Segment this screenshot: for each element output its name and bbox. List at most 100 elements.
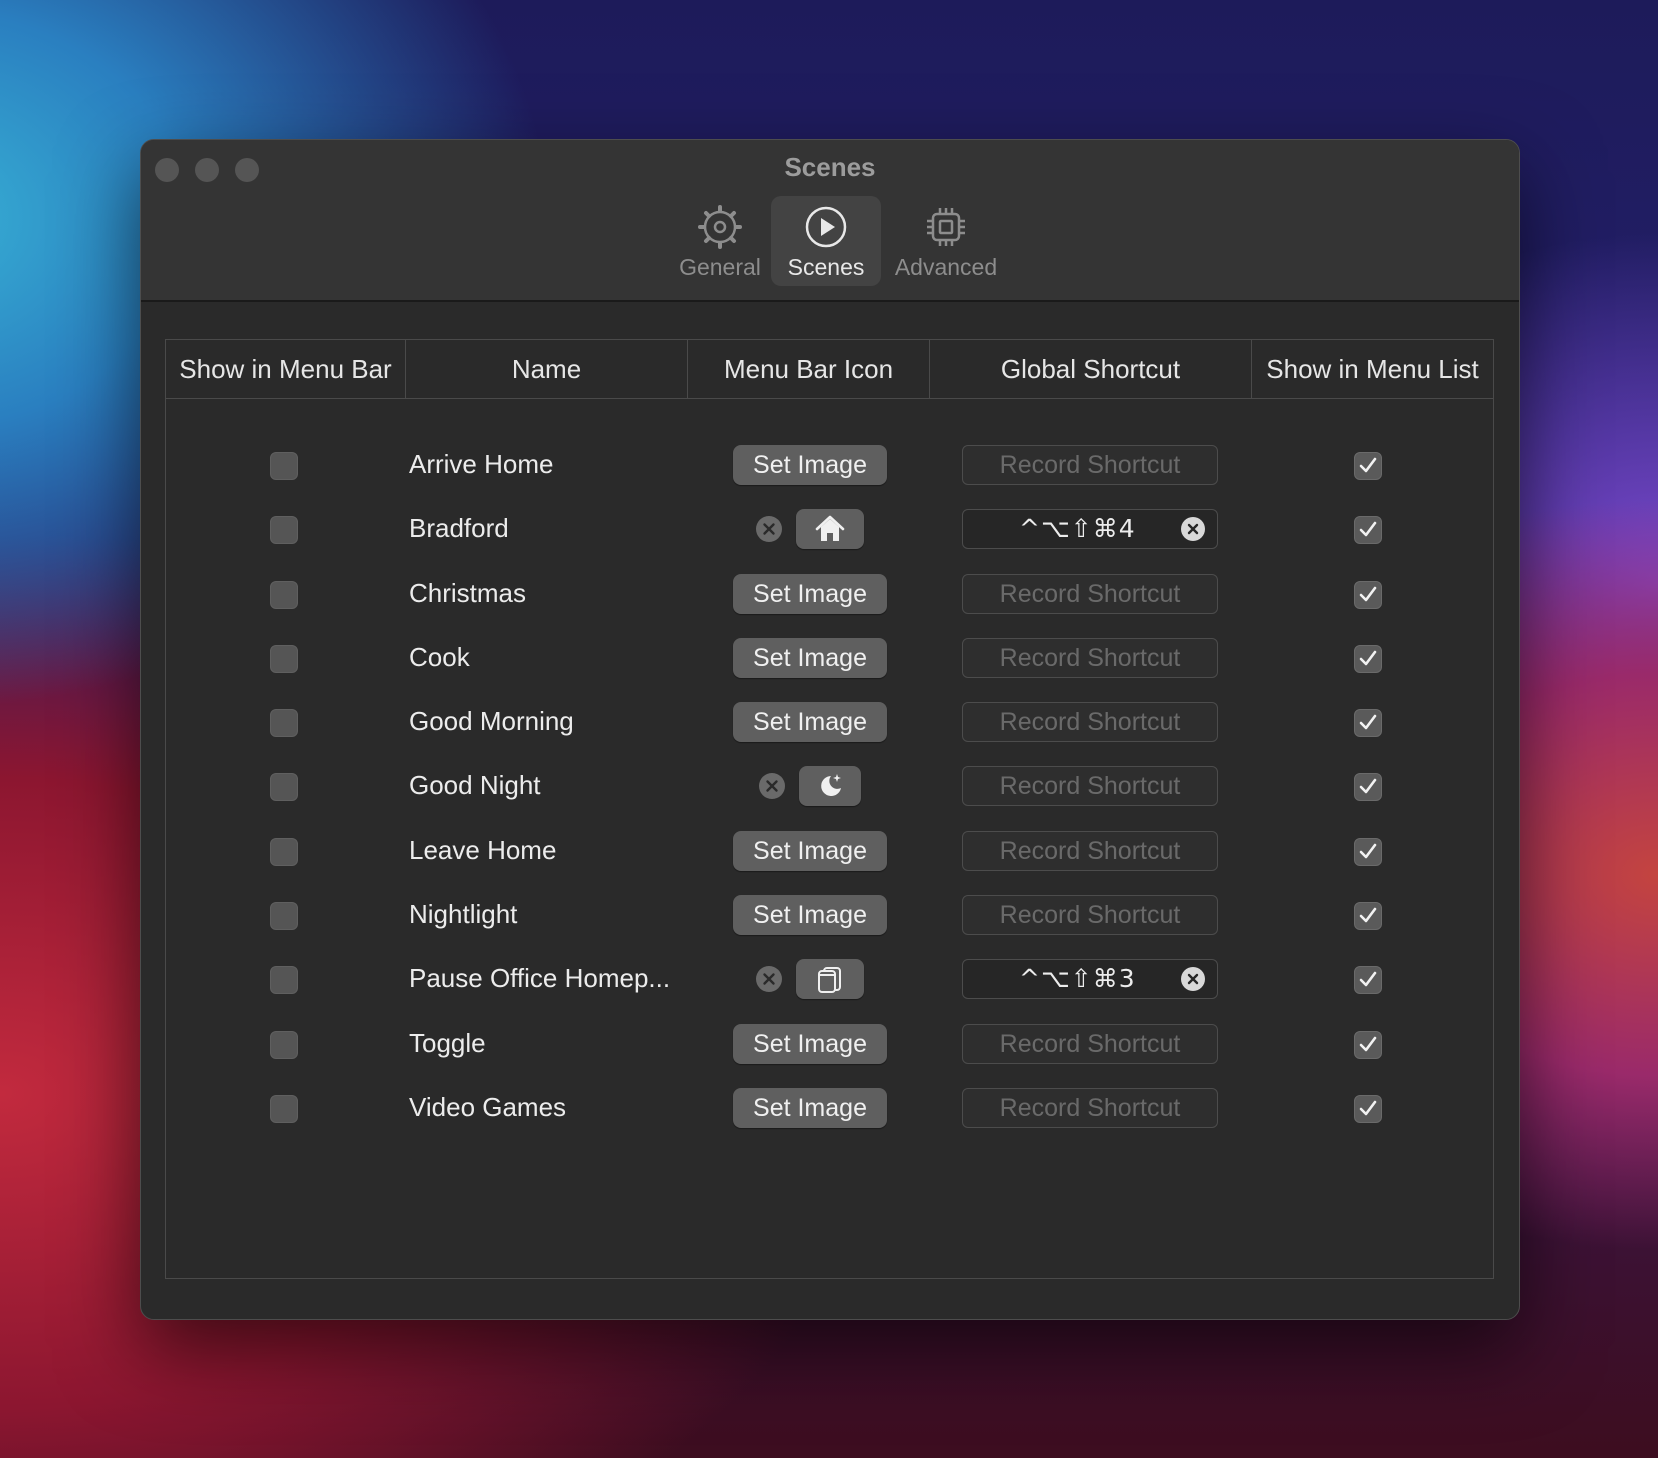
table-row: Bradford ^⌥⇧⌘4 — [166, 496, 1493, 560]
clear-image-button[interactable] — [756, 966, 782, 993]
show-in-menu-list-checkbox[interactable] — [1354, 516, 1382, 545]
moon-stars-icon — [821, 774, 841, 797]
preferences-window: Scenes General Scenes Advanced Show in M… — [140, 139, 1520, 1320]
column-header-menu-bar-icon[interactable]: Menu Bar Icon — [688, 340, 930, 398]
table-row: Toggle Set Image Record Shortcut — [166, 1011, 1493, 1075]
record-shortcut-button[interactable]: Record Shortcut — [962, 766, 1218, 807]
column-header-show-in-menu-bar[interactable]: Show in Menu Bar — [166, 340, 406, 398]
titlebar: Scenes General Scenes Advanced — [141, 140, 1519, 302]
checkmark-icon — [1359, 650, 1377, 666]
show-in-menu-list-checkbox[interactable] — [1354, 644, 1382, 673]
scene-name: Toggle — [409, 1027, 486, 1058]
table-row: Nightlight Set Image Record Shortcut — [166, 882, 1493, 946]
tab-general-label: General — [679, 254, 761, 280]
set-image-button[interactable]: Set Image — [733, 830, 887, 871]
tab-advanced-label: Advanced — [894, 254, 998, 280]
scene-name: Pause Office Homep... — [409, 963, 671, 994]
record-shortcut-button[interactable]: Record Shortcut — [962, 445, 1218, 485]
table-row: Arrive Home Set Image Record Shortcut — [166, 432, 1493, 496]
checkmark-icon — [1359, 972, 1377, 987]
play-icon — [805, 206, 847, 248]
clear-image-button[interactable] — [759, 773, 785, 800]
show-in-menu-bar-checkbox[interactable] — [270, 1094, 298, 1123]
menu-bar-image-button[interactable] — [796, 959, 864, 1000]
column-header-global-shortcut[interactable]: Global Shortcut — [930, 340, 1252, 398]
shortcut-field[interactable]: ^⌥⇧⌘3 — [962, 959, 1218, 1000]
chip-icon — [927, 208, 965, 246]
x-circle-icon — [766, 780, 778, 793]
set-image-button[interactable]: Set Image — [733, 637, 887, 678]
show-in-menu-bar-checkbox[interactable] — [270, 644, 298, 673]
scene-name: Good Night — [409, 770, 541, 801]
checkmark-icon — [1359, 457, 1377, 473]
show-in-menu-bar-checkbox[interactable] — [270, 516, 298, 545]
table-row: Video Games Set Image Record Shortcut — [166, 1075, 1493, 1139]
house-icon — [815, 515, 845, 542]
show-in-menu-bar-checkbox[interactable] — [270, 902, 298, 931]
show-in-menu-list-checkbox[interactable] — [1354, 837, 1382, 866]
show-in-menu-list-checkbox[interactable] — [1354, 580, 1382, 609]
show-in-menu-bar-checkbox[interactable] — [270, 452, 298, 480]
window-title: Scenes — [784, 152, 876, 182]
record-shortcut-button[interactable]: Record Shortcut — [962, 702, 1218, 743]
tab-general[interactable]: General — [665, 196, 775, 286]
menu-bar-image-button[interactable] — [796, 509, 864, 550]
record-shortcut-button[interactable]: Record Shortcut — [962, 1087, 1218, 1128]
show-in-menu-list-checkbox[interactable] — [1354, 709, 1382, 738]
checkmark-icon — [1359, 521, 1377, 537]
show-in-menu-bar-checkbox[interactable] — [270, 709, 298, 738]
checkmark-icon — [1359, 779, 1377, 794]
show-in-menu-list-checkbox[interactable] — [1354, 966, 1382, 995]
scene-name: Leave Home — [409, 834, 557, 865]
set-image-button[interactable]: Set Image — [733, 1087, 887, 1128]
gear-icon — [698, 205, 742, 249]
record-shortcut-button[interactable]: Record Shortcut — [962, 1023, 1218, 1064]
table-row: Leave Home Set Image Record Shortcut — [166, 818, 1493, 882]
record-shortcut-button[interactable]: Record Shortcut — [962, 895, 1218, 936]
checkmark-icon — [1359, 1036, 1377, 1051]
record-shortcut-button[interactable]: Record Shortcut — [962, 573, 1218, 614]
show-in-menu-bar-checkbox[interactable] — [270, 966, 298, 995]
checkmark-icon — [1359, 586, 1377, 601]
checkmark-icon — [1359, 714, 1377, 730]
show-in-menu-list-checkbox[interactable] — [1354, 902, 1382, 931]
x-circle-icon — [763, 973, 775, 986]
checkmark-icon — [1359, 907, 1377, 923]
show-in-menu-bar-checkbox[interactable] — [270, 837, 298, 866]
show-in-menu-list-checkbox[interactable] — [1354, 1094, 1382, 1123]
show-in-menu-bar-checkbox[interactable] — [270, 580, 298, 609]
clear-shortcut-button[interactable] — [1181, 967, 1205, 992]
record-shortcut-button[interactable]: Record Shortcut — [962, 637, 1218, 678]
tab-advanced[interactable]: Advanced — [881, 196, 1011, 286]
copy-cylinder-icon — [818, 967, 841, 994]
scenes-table: Show in Menu Bar Name Menu Bar Icon Glob… — [165, 339, 1494, 1279]
checkmark-icon — [1359, 1100, 1377, 1116]
tab-scenes[interactable]: Scenes — [771, 196, 881, 286]
x-circle-icon — [1187, 974, 1199, 985]
column-header-show-in-menu-list[interactable]: Show in Menu List — [1252, 340, 1493, 398]
column-header-name[interactable]: Name — [406, 340, 688, 398]
set-image-button[interactable]: Set Image — [733, 573, 887, 614]
show-in-menu-list-checkbox[interactable] — [1354, 452, 1382, 480]
clear-image-button[interactable] — [756, 516, 782, 543]
clear-shortcut-button[interactable] — [1181, 517, 1205, 542]
show-in-menu-list-checkbox[interactable] — [1354, 773, 1382, 802]
set-image-button[interactable]: Set Image — [733, 895, 887, 936]
scene-name: Good Morning — [409, 706, 574, 737]
shortcut-field[interactable]: ^⌥⇧⌘4 — [962, 509, 1218, 550]
show-in-menu-bar-checkbox[interactable] — [270, 773, 298, 802]
show-in-menu-bar-checkbox[interactable] — [270, 1030, 298, 1059]
scene-name: Nightlight — [409, 899, 518, 930]
tab-scenes-label: Scenes — [787, 254, 865, 280]
set-image-button[interactable]: Set Image — [733, 445, 887, 485]
scene-name: Video Games — [409, 1091, 567, 1122]
menu-bar-image-button[interactable] — [799, 766, 861, 807]
show-in-menu-list-checkbox[interactable] — [1354, 1030, 1382, 1059]
table-header: Show in Menu Bar Name Menu Bar Icon Glob… — [166, 340, 1493, 399]
checkmark-icon — [1359, 843, 1377, 859]
table-row: Pause Office Homep... ^⌥⇧⌘3 — [166, 946, 1493, 1010]
set-image-button[interactable]: Set Image — [733, 702, 887, 743]
record-shortcut-button[interactable]: Record Shortcut — [962, 830, 1218, 871]
set-image-button[interactable]: Set Image — [733, 1023, 887, 1064]
x-circle-icon — [763, 523, 775, 535]
